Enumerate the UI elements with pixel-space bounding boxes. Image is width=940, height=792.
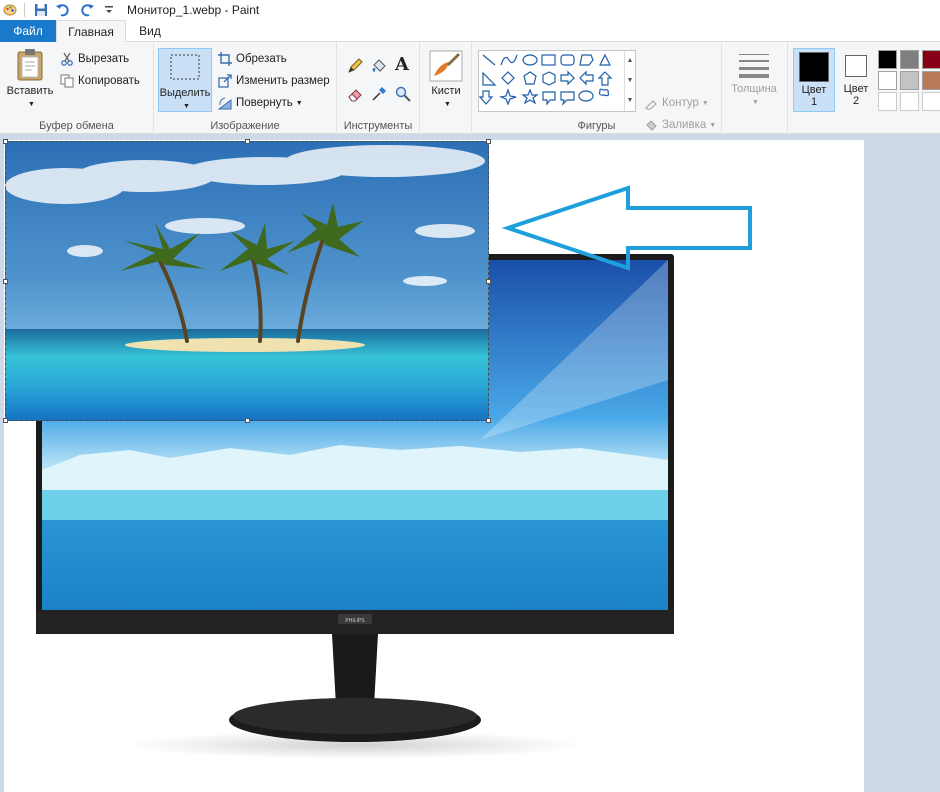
selection-handle-n[interactable] bbox=[245, 139, 250, 144]
left-arrow-annotation bbox=[501, 185, 752, 271]
selection-marquee[interactable] bbox=[3, 139, 491, 423]
selection-handle-e[interactable] bbox=[486, 279, 491, 284]
selection-handle-s[interactable] bbox=[245, 418, 250, 423]
selection-handle-sw[interactable] bbox=[3, 418, 8, 423]
selection-handle-ne[interactable] bbox=[486, 139, 491, 144]
selection-handle-w[interactable] bbox=[3, 279, 8, 284]
monitor-brand: PHILIPS bbox=[345, 618, 365, 624]
selection-handle-nw[interactable] bbox=[3, 139, 8, 144]
selection-handle-se[interactable] bbox=[486, 418, 491, 423]
